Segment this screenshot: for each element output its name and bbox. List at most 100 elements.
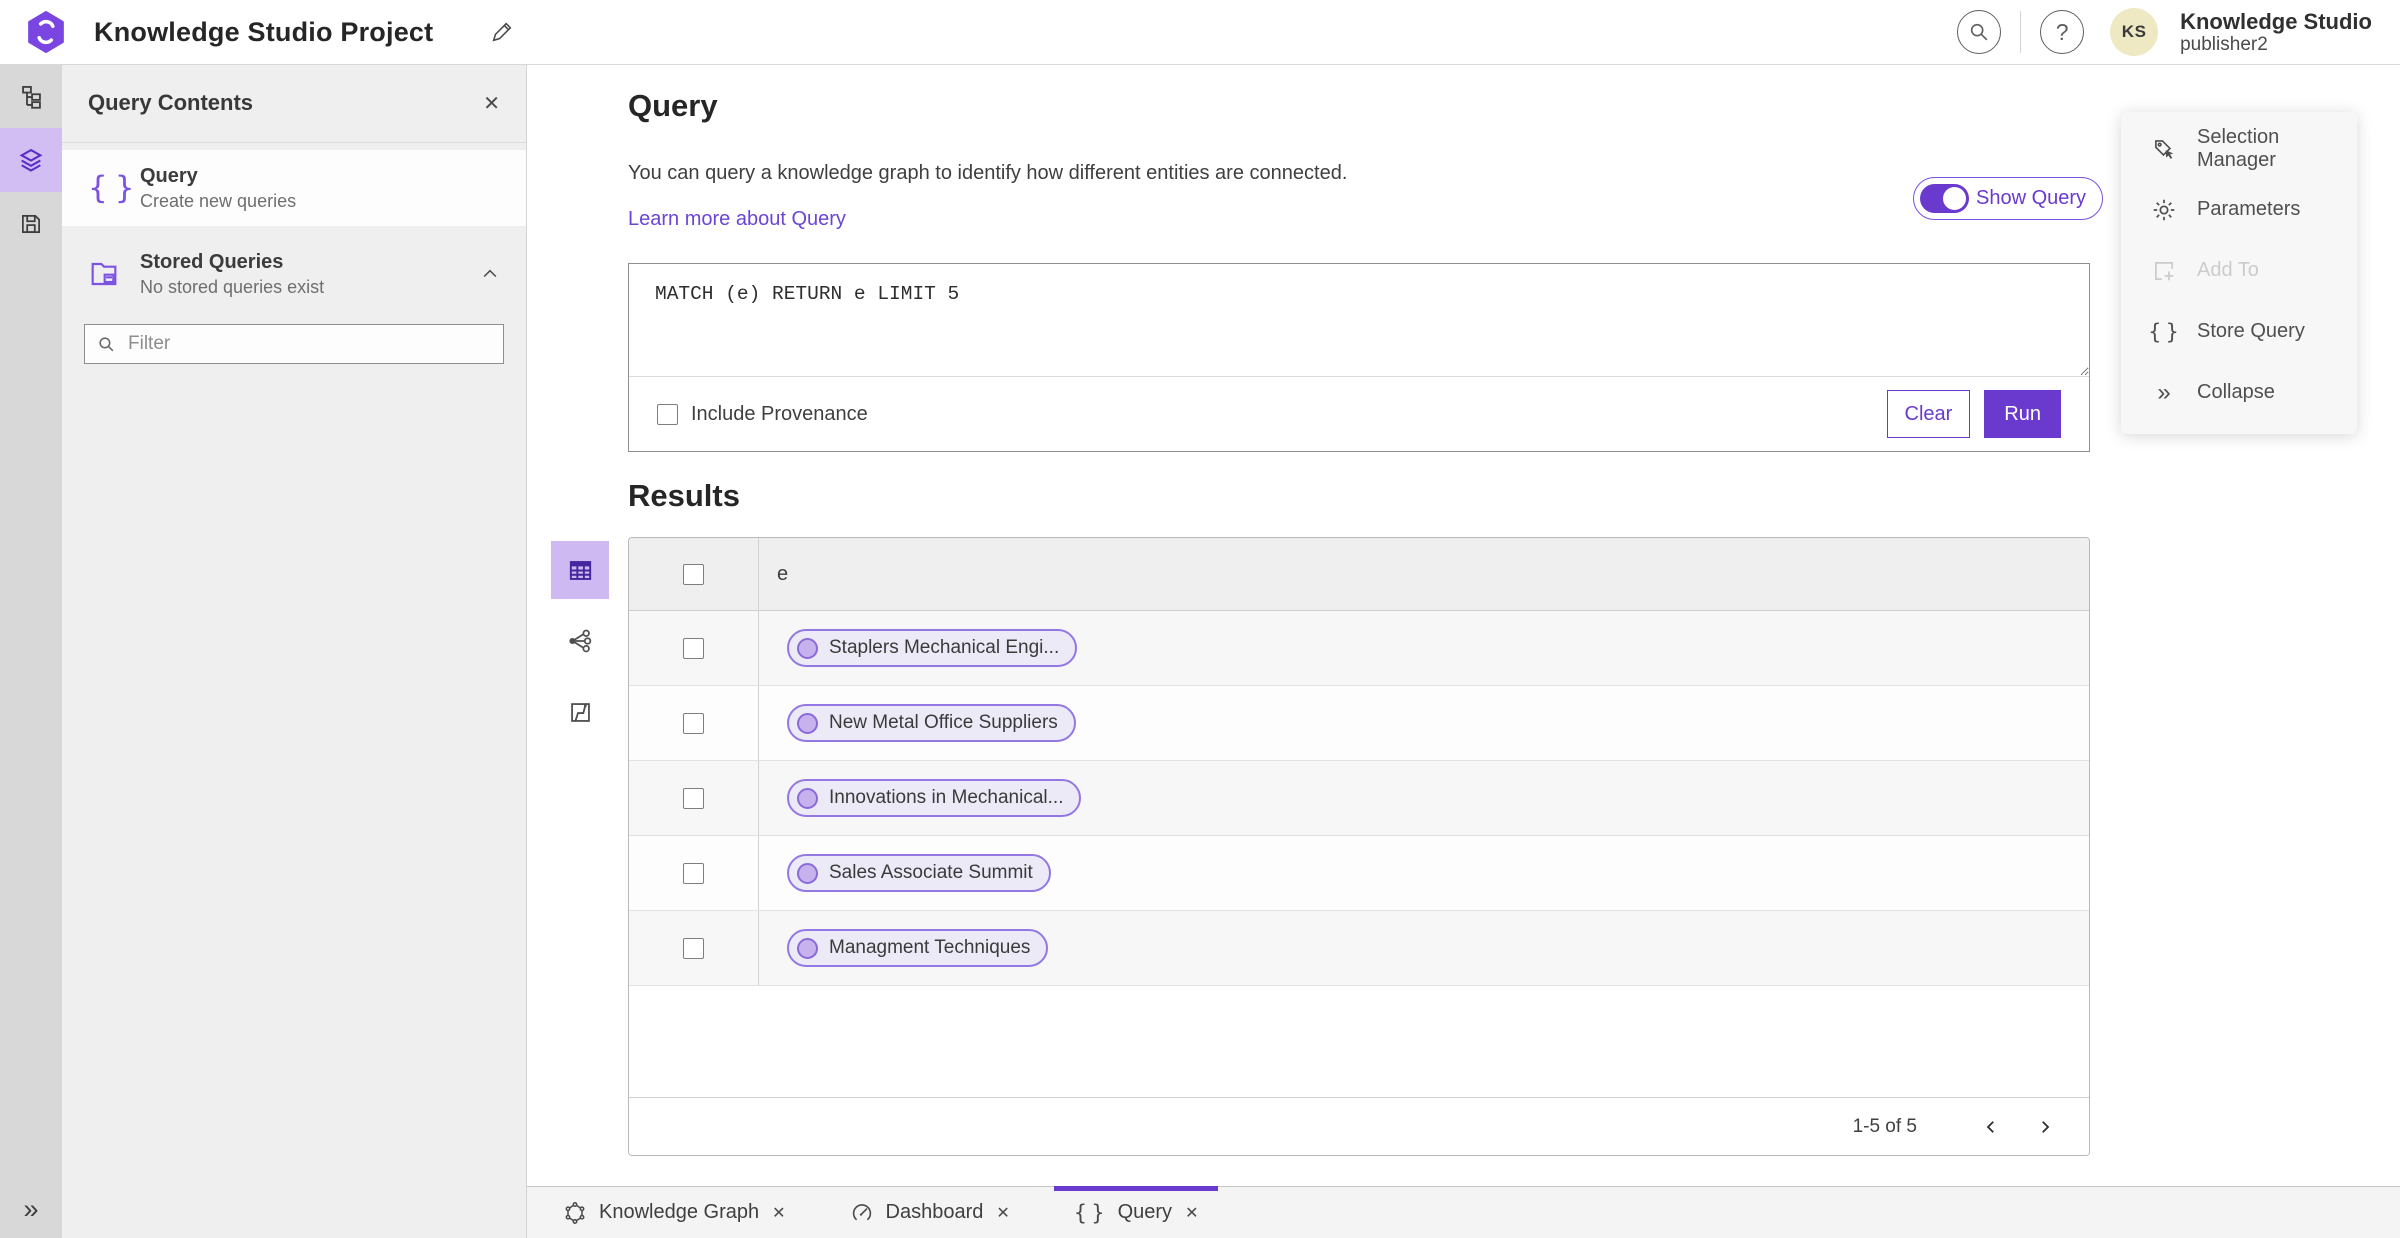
include-provenance-label: Include Provenance [691,402,868,425]
menu-item-parameters[interactable]: Parameters [2121,179,2357,240]
store-query-braces-icon: { } [2148,319,2180,344]
braces-icon: { } [88,170,137,206]
tab-knowledge-graph[interactable]: Knowledge Graph ✕ [543,1187,806,1238]
query-item-subtitle: Create new queries [140,190,297,211]
row-checkbox[interactable] [683,787,704,809]
data-model-button[interactable] [0,64,62,128]
table-header-row: e [629,538,2089,611]
pagination-bar: 1-5 of 5 [629,1097,2089,1155]
entity-label: Sales Associate Summit [829,862,1033,883]
close-tab-icon[interactable]: ✕ [772,1203,785,1223]
next-page-button[interactable] [2025,1107,2065,1147]
previous-page-button[interactable] [1971,1107,2011,1147]
user-info[interactable]: Knowledge Studio publisher2 [2180,9,2382,56]
show-query-toggle[interactable]: Show Query [1913,177,2104,220]
entity-dot-icon [797,937,818,959]
menu-item-label: Parameters [2197,198,2301,220]
close-panel-icon[interactable]: ✕ [483,91,500,116]
tab-query[interactable]: { } Query ✕ [1053,1186,1219,1238]
table-empty-space [629,986,2089,1097]
table-row: Staplers Mechanical Engi... [629,611,2089,686]
run-button[interactable]: Run [1984,390,2061,438]
menu-item-label: Add To [2197,259,2259,281]
entity-pill[interactable]: Sales Associate Summit [787,854,1051,892]
menu-item-selection-manager[interactable]: Selection Manager [2121,118,2357,179]
view-tab-bar: Knowledge Graph ✕ Dashboard ✕ { } Query … [527,1186,2400,1238]
map-view-button[interactable] [551,683,609,741]
table-row: Innovations in Mechanical... [629,761,2089,836]
include-provenance-checkbox[interactable] [657,403,678,425]
panel-item-query[interactable]: { } Query Create new queries [62,150,526,226]
query-input[interactable]: MATCH (e) RETURN e LIMIT 5 [629,264,2089,376]
save-button[interactable] [0,192,62,256]
select-all-checkbox[interactable] [683,563,704,585]
entity-dot-icon [797,637,818,659]
entity-label: Staplers Mechanical Engi... [829,637,1060,658]
edit-title-icon[interactable] [489,20,514,45]
link-chart-view-button[interactable] [551,612,609,670]
pagination-range: 1-5 of 5 [1852,1115,1917,1137]
menu-item-collapse[interactable]: » Collapse [2121,362,2357,423]
entity-label: Innovations in Mechanical... [829,787,1064,808]
row-checkbox[interactable] [683,712,704,734]
query-contents-panel: Query Contents ✕ { } Query Create new qu… [62,64,527,1238]
selection-manager-icon [2151,136,2177,162]
dashboard-gauge-icon [850,1201,874,1225]
user-avatar[interactable]: KS [2110,8,2159,56]
app-header: Knowledge Studio Project ? KS Knowledge … [0,0,2400,65]
filter-field [84,324,504,364]
close-tab-icon[interactable]: ✕ [1185,1203,1198,1223]
entity-dot-icon [797,712,818,734]
entity-pill[interactable]: New Metal Office Suppliers [787,704,1076,742]
row-checkbox[interactable] [683,637,704,659]
user-role: publisher2 [2180,33,2268,55]
entity-pill[interactable]: Managment Techniques [787,929,1049,967]
entity-dot-icon [797,862,818,884]
table-view-button[interactable] [551,541,609,599]
query-editor: MATCH (e) RETURN e LIMIT 5 Include Prove… [628,263,2090,452]
tab-label: Dashboard [885,1201,984,1223]
layers-button[interactable] [0,128,62,192]
stored-queries-title: Stored Queries [140,250,284,273]
row-checkbox[interactable] [683,862,704,884]
tab-label: Query [1117,1201,1173,1223]
results-view-switcher [551,541,609,741]
tab-dashboard[interactable]: Dashboard ✕ [830,1187,1030,1238]
query-item-title: Query [140,164,198,187]
filter-search-icon [97,335,116,354]
query-actions-menu: Selection Manager Parameters Add To {} … [2121,112,2357,434]
menu-item-store-query[interactable]: { } Store Query [2121,301,2357,362]
panel-title: Query Contents [88,90,254,115]
learn-more-link[interactable]: Learn more about Query [628,208,846,231]
entity-label: New Metal Office Suppliers [829,712,1058,733]
close-tab-icon[interactable]: ✕ [996,1203,1009,1223]
header-checkbox-cell [629,538,759,610]
header-divider [2020,11,2022,53]
app-screen: Knowledge Studio Project ? KS Knowledge … [0,0,2400,1238]
results-table: e Staplers Mechanical Engi... New Metal … [628,537,2090,1156]
help-button[interactable]: ? [2040,10,2085,54]
expand-rail-button[interactable]: » [0,1180,62,1238]
filter-input[interactable] [126,332,491,356]
entity-pill[interactable]: Innovations in Mechanical... [787,779,1082,817]
clear-button[interactable]: Clear [1886,390,1971,438]
toggle-switch[interactable] [1920,184,1969,213]
table-row: Sales Associate Summit [629,836,2089,911]
chevron-up-icon[interactable] [480,264,500,284]
menu-item-label: Store Query [2197,320,2305,342]
stored-queries-folder-icon [88,258,140,290]
menu-item-label: Collapse [2197,381,2275,403]
knowledge-graph-icon [563,1201,587,1225]
search-button[interactable] [1957,10,2002,54]
show-query-label: Show Query [1976,187,2087,209]
page-description: You can query a knowledge graph to ident… [628,162,1348,184]
stored-queries-subtitle: No stored queries exist [140,276,325,297]
row-checkbox[interactable] [683,937,704,959]
panel-item-stored-queries[interactable]: Stored Queries No stored queries exist [62,236,526,312]
table-row: New Metal Office Suppliers [629,686,2089,761]
entity-pill[interactable]: Staplers Mechanical Engi... [787,629,1078,667]
app-logo-icon [26,11,66,53]
user-org-name: Knowledge Studio [2180,8,2372,34]
menu-item-label: Selection Manager [2197,125,2280,171]
toggle-knob [1941,185,1968,212]
